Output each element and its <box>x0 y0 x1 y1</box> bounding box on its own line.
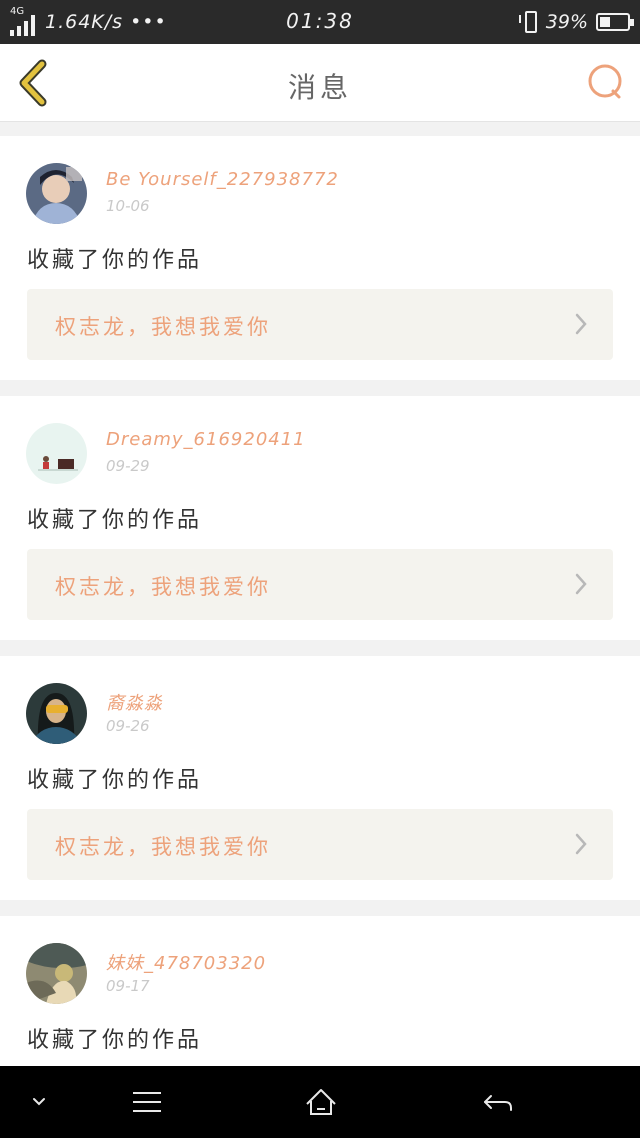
message-date: 09-26 <box>106 717 150 735</box>
avatar[interactable] <box>26 163 87 224</box>
search-button[interactable] <box>586 62 626 102</box>
message-date: 10-06 <box>106 197 150 215</box>
message-card: Be Yourself_227938772 10-06 收藏了你的作品 权志龙，… <box>0 136 640 380</box>
username[interactable]: 裔淼淼 <box>106 689 163 715</box>
action-text: 收藏了你的作品 <box>27 1028 203 1053</box>
home-icon <box>306 1089 336 1115</box>
username[interactable]: 妹妹_478703320 <box>106 949 266 975</box>
battery-percent: 39% <box>545 11 588 33</box>
home-button[interactable] <box>281 1066 361 1138</box>
hide-nav-button[interactable] <box>0 1066 80 1138</box>
message-date: 09-29 <box>106 457 150 475</box>
work-link[interactable]: 权志龙，我想我爱你 <box>27 549 613 620</box>
action-text: 收藏了你的作品 <box>27 768 203 793</box>
page-title: 消息 <box>287 71 352 104</box>
back-system-button[interactable] <box>457 1066 537 1138</box>
avatar[interactable] <box>26 943 87 1004</box>
action-text: 收藏了你的作品 <box>27 248 203 273</box>
battery-icon <box>596 13 634 31</box>
status-right: 39% <box>518 8 634 36</box>
message-card: Dreamy_616920411 09-29 收藏了你的作品 权志龙，我想我爱你 <box>0 396 640 640</box>
vibrate-icon <box>518 10 538 34</box>
chevron-right-icon <box>575 313 587 335</box>
chevron-right-icon <box>575 573 587 595</box>
avatar[interactable] <box>26 683 87 744</box>
message-card: 裔淼淼 09-26 收藏了你的作品 权志龙，我想我爱你 <box>0 656 640 900</box>
work-title: 权志龙，我想我爱你 <box>55 575 271 599</box>
system-nav-bar <box>0 1066 640 1138</box>
back-arrow-icon <box>484 1095 512 1111</box>
message-date: 09-17 <box>106 977 150 995</box>
work-link[interactable]: 权志龙，我想我爱你 <box>27 289 613 360</box>
message-list: Be Yourself_227938772 10-06 收藏了你的作品 权志龙，… <box>0 136 640 1138</box>
work-link[interactable]: 权志龙，我想我爱你 <box>27 809 613 880</box>
menu-icon <box>133 1092 161 1112</box>
work-title: 权志龙，我想我爱你 <box>55 835 271 859</box>
action-text: 收藏了你的作品 <box>27 508 203 533</box>
avatar[interactable] <box>26 423 87 484</box>
chevron-down-icon <box>33 1098 45 1106</box>
username[interactable]: Be Yourself_227938772 <box>106 169 339 190</box>
chevron-right-icon <box>575 833 587 855</box>
search-icon <box>588 64 622 99</box>
status-bar: 4G 1.64K/s ••• 01:38 39% <box>0 0 640 44</box>
username[interactable]: Dreamy_616920411 <box>106 429 306 450</box>
header-bar: 消息 <box>0 44 640 122</box>
work-title: 权志龙，我想我爱你 <box>55 315 271 339</box>
menu-button[interactable] <box>107 1066 187 1138</box>
